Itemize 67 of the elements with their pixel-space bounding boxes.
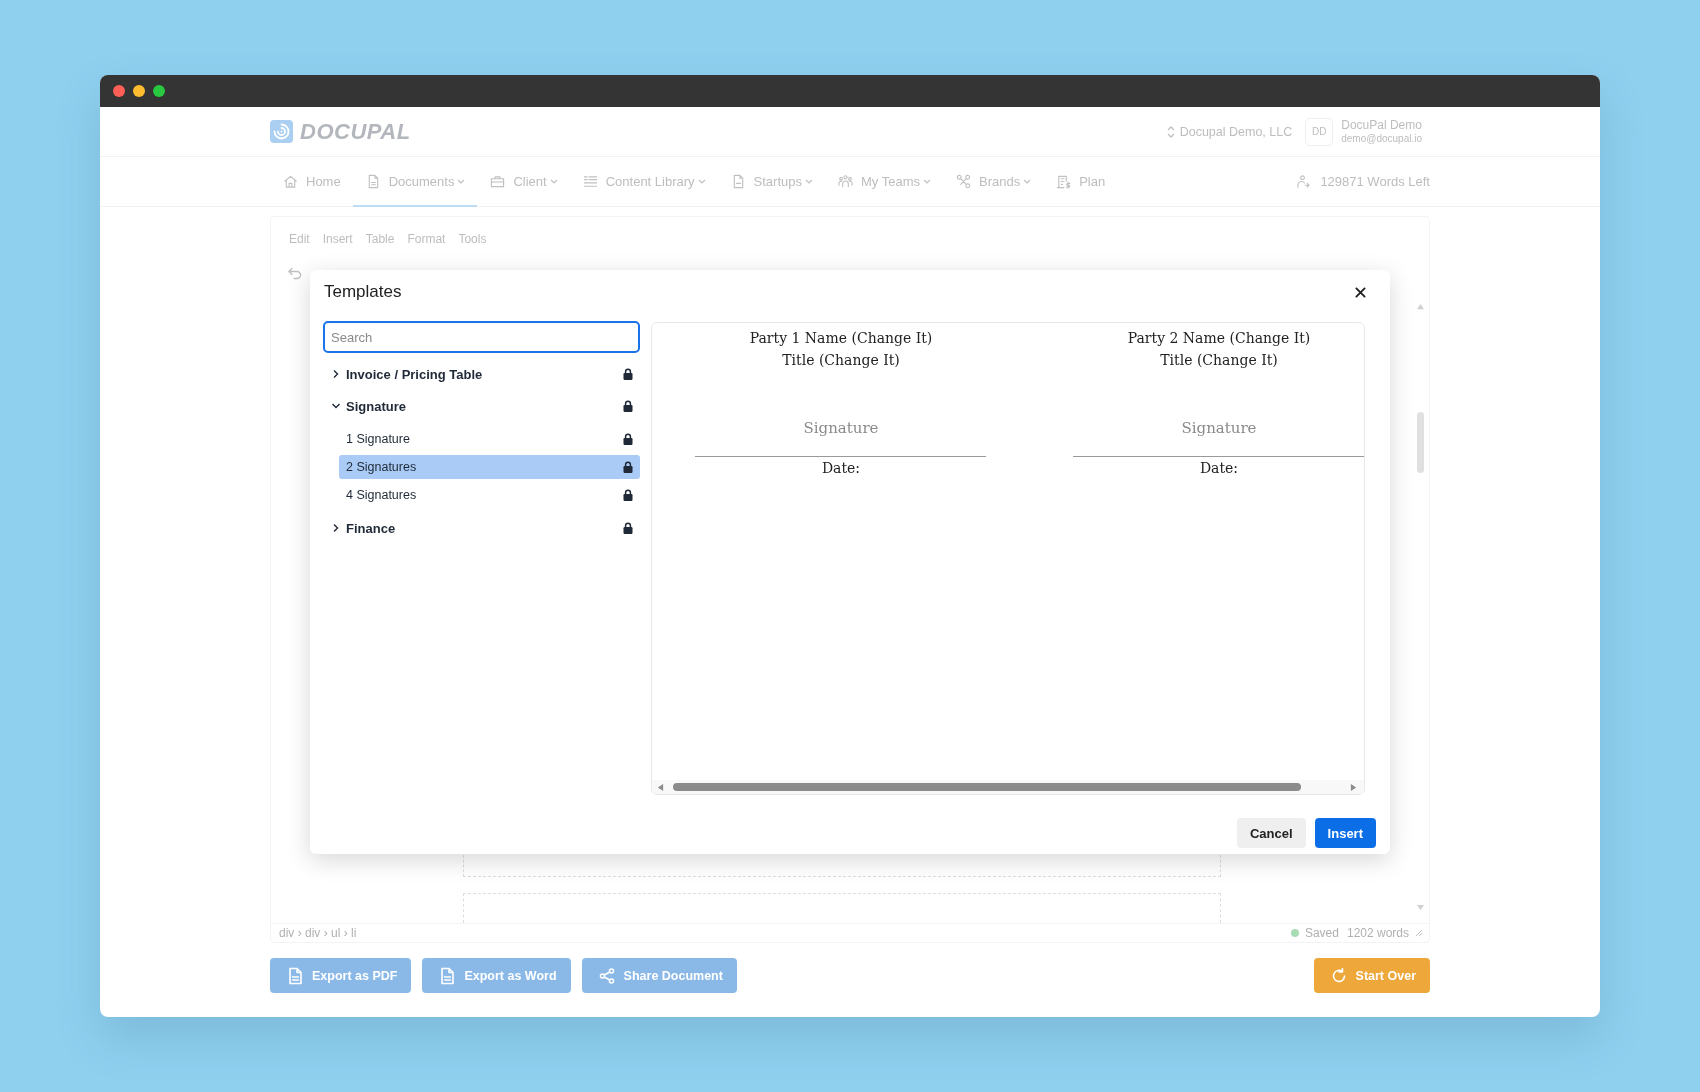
share-document-button[interactable]: Share Document: [581, 958, 737, 993]
tree-item[interactable]: 4 Signatures: [339, 483, 640, 507]
scrollbar-thumb[interactable]: [1416, 412, 1424, 473]
signature-label: Signature: [803, 418, 879, 439]
element-path: div › div › ul › li: [279, 926, 357, 940]
scroll-right-icon[interactable]: [1350, 782, 1357, 792]
people-icon: [838, 173, 853, 189]
nav-tab[interactable]: Client: [477, 157, 570, 207]
save-status: Saved: [1304, 926, 1339, 940]
nodes-icon: [956, 173, 971, 189]
close-icon[interactable]: [1355, 286, 1366, 298]
cancel-button[interactable]: Cancel: [1236, 818, 1306, 848]
status-dot-icon: [1290, 929, 1299, 937]
nav-tab[interactable]: Brands: [943, 157, 1044, 207]
menu-item[interactable]: Table: [365, 227, 395, 251]
user-arrow-icon: [1295, 174, 1311, 189]
dialog-title: Templates: [324, 282, 402, 302]
receipt-icon: [1056, 173, 1072, 189]
nav-tab[interactable]: My Teams: [825, 157, 943, 207]
menu-item[interactable]: Format: [407, 227, 446, 251]
nav-tab[interactable]: Plan: [1043, 157, 1118, 207]
nav-tab[interactable]: Content Library: [569, 157, 718, 207]
document-icon: [286, 966, 304, 985]
tree-item[interactable]: Signature: [323, 390, 640, 422]
menu-item[interactable]: Insert: [322, 227, 353, 251]
nav-tab[interactable]: Startups: [717, 157, 825, 207]
scrollbar-thumb[interactable]: [673, 783, 1301, 791]
date-label: Date:: [821, 459, 861, 478]
date-label: Date:: [1199, 459, 1239, 478]
user-email: demo@docupal.io: [1341, 131, 1422, 145]
undo-icon[interactable]: [287, 265, 303, 281]
home-icon: [283, 173, 298, 189]
party-name: Party 1 Name (Change It): [749, 329, 933, 348]
logo-text: DOCUPAL: [300, 118, 411, 145]
start-over-button[interactable]: Start Over: [1313, 958, 1430, 993]
chevron-updown-icon: [1166, 125, 1175, 138]
menu-item[interactable]: Edit: [289, 227, 310, 251]
minimize-window-icon[interactable]: [133, 85, 145, 97]
document-icon: [438, 966, 457, 985]
nav-tab[interactable]: Documents: [352, 157, 478, 207]
organization-switcher[interactable]: Docupal Demo, LLC: [1166, 124, 1293, 139]
party-title: Title (Change It): [1160, 351, 1278, 370]
export-pdf-button[interactable]: Export as PDF: [270, 958, 412, 993]
briefcase-icon: [490, 173, 506, 189]
user-avatar[interactable]: DD: [1305, 117, 1334, 146]
maximize-window-icon[interactable]: [153, 85, 165, 97]
scroll-left-icon[interactable]: [657, 782, 664, 792]
share-icon: [597, 966, 616, 985]
list-icon: [582, 173, 598, 189]
party-title: Title (Change It): [782, 351, 900, 370]
insert-button[interactable]: Insert: [1314, 818, 1376, 848]
word-count: 1202 words: [1346, 926, 1409, 940]
tree-item[interactable]: Invoice / Pricing Table: [323, 358, 640, 390]
resize-handle-icon[interactable]: [1415, 929, 1423, 937]
tree-item[interactable]: 1 Signature: [339, 427, 640, 451]
search-field[interactable]: Search: [323, 321, 640, 353]
logo-icon: [270, 120, 293, 143]
words-left-count: 129871 Words Left: [1320, 174, 1430, 189]
export-word-button[interactable]: Export as Word: [422, 958, 571, 993]
close-window-icon[interactable]: [113, 85, 125, 97]
menu-item[interactable]: Tools: [458, 227, 487, 251]
party-name: Party 2 Name (Change It): [1127, 329, 1311, 348]
signature-label: Signature: [1181, 418, 1257, 439]
nav-tab[interactable]: Home: [270, 157, 353, 207]
tree-item[interactable]: Finance: [323, 512, 640, 544]
tree-item[interactable]: 2 Signatures: [339, 455, 640, 479]
user-name: DocuPal Demo: [1341, 118, 1422, 132]
